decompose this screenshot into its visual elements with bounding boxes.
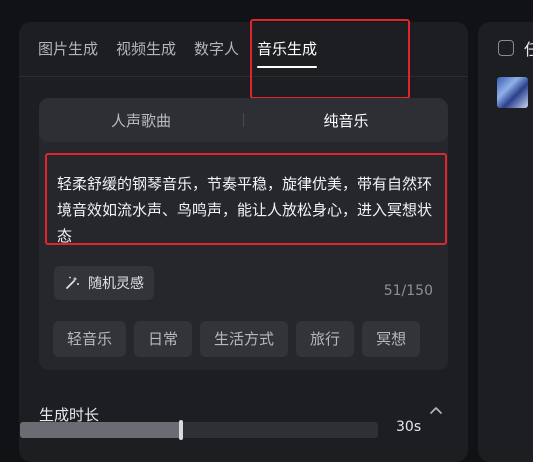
tag-meditation[interactable]: 冥想 xyxy=(362,321,421,357)
tag-lifestyle[interactable]: 生活方式 xyxy=(200,321,289,357)
mode-toggle: 人声歌曲 纯音乐 xyxy=(39,98,448,142)
duration-slider-fill xyxy=(20,422,182,438)
magic-wand-icon xyxy=(66,276,79,289)
mode-instrumental[interactable]: 纯音乐 xyxy=(244,110,448,131)
tab-music-generation[interactable]: 音乐生成 xyxy=(257,38,318,68)
tag-daily[interactable]: 日常 xyxy=(134,321,193,357)
mode-vocal-song[interactable]: 人声歌曲 xyxy=(39,110,243,131)
tab-image-generation[interactable]: 图片生成 xyxy=(38,38,98,68)
random-inspiration-label: 随机灵感 xyxy=(88,276,144,292)
duration-slider-handle[interactable] xyxy=(179,420,184,440)
tab-video-generation[interactable]: 视频生成 xyxy=(116,38,176,68)
duration-slider[interactable] xyxy=(20,420,378,440)
tab-divider xyxy=(19,76,468,77)
music-input-card: 人声歌曲 纯音乐 轻柔舒缓的钢琴音乐，节奏平稳，旋律优美，带有自然环境音效如流水… xyxy=(39,98,448,370)
task-thumbnail[interactable] xyxy=(497,77,528,108)
select-all-checkbox[interactable] xyxy=(498,40,514,56)
task-panel: 任 xyxy=(478,22,533,462)
random-inspiration-button[interactable]: 随机灵感 xyxy=(54,266,154,300)
tag-travel[interactable]: 旅行 xyxy=(296,321,355,357)
generation-panel: 图片生成 视频生成 数字人 音乐生成 人声歌曲 纯音乐 轻柔舒缓的钢琴音乐，节奏… xyxy=(19,19,468,462)
tab-digital-human[interactable]: 数字人 xyxy=(194,38,239,68)
tab-bar: 图片生成 视频生成 数字人 音乐生成 xyxy=(38,38,335,68)
tag-list: 轻音乐 日常 生活方式 旅行 冥想 xyxy=(53,321,433,357)
tag-light-music[interactable]: 轻音乐 xyxy=(53,321,127,357)
char-counter: 51/150 xyxy=(383,283,433,299)
task-panel-title: 任 xyxy=(524,40,533,59)
duration-value: 30s xyxy=(396,419,422,435)
prompt-textarea[interactable]: 轻柔舒缓的钢琴音乐，节奏平稳，旋律优美，带有自然环境音效如流水声、鸟鸣声，能让人… xyxy=(45,153,447,245)
chevron-up-icon[interactable] xyxy=(429,404,443,418)
